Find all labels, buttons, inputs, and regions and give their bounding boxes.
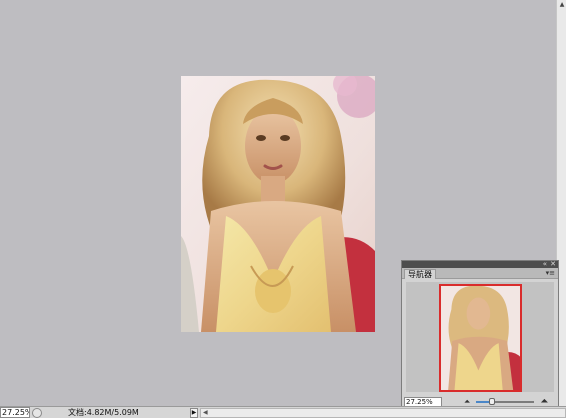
panel-titlebar[interactable]: « ✕ [402, 260, 558, 268]
status-bar: 27.25% 文档:4.82M/5.09M ▶ ◀ [0, 406, 566, 418]
navigator-preview-area[interactable] [406, 282, 554, 392]
document-image[interactable] [181, 76, 375, 332]
panel-menu-icon[interactable]: ▾≡ [546, 269, 555, 277]
navigator-zoom-input[interactable]: 27.25% [404, 396, 442, 407]
status-options-icon[interactable] [32, 407, 42, 418]
zoom-level-input[interactable]: 27.25% [0, 407, 30, 418]
panel-tabbar: 导航器 ▾≡ [402, 268, 558, 279]
zoom-out-mountain-icon[interactable]: ⏶ [464, 397, 470, 406]
portrait-photo [181, 76, 375, 332]
document-size-info: 文档:4.82M/5.09M [68, 408, 139, 417]
zoom-slider[interactable] [476, 397, 535, 405]
scroll-up-icon[interactable]: ▲ [557, 0, 566, 10]
zoom-in-mountain-icon[interactable]: ⏶ [540, 396, 548, 406]
close-icon[interactable]: ✕ [550, 260, 556, 268]
collapse-double-arrow-icon[interactable]: « [543, 260, 547, 268]
zoom-slider-knob[interactable] [489, 397, 496, 405]
horizontal-scrollbar[interactable]: ◀ [200, 407, 566, 418]
navigator-panel: « ✕ 导航器 ▾≡ 27.25% ⏶ ⏶ [401, 260, 559, 408]
tab-navigator[interactable]: 导航器 [404, 269, 436, 279]
play-triangle-icon[interactable]: ▶ [190, 407, 198, 418]
view-proxy-rectangle[interactable] [439, 284, 522, 392]
scroll-left-icon[interactable]: ◀ [203, 409, 208, 417]
